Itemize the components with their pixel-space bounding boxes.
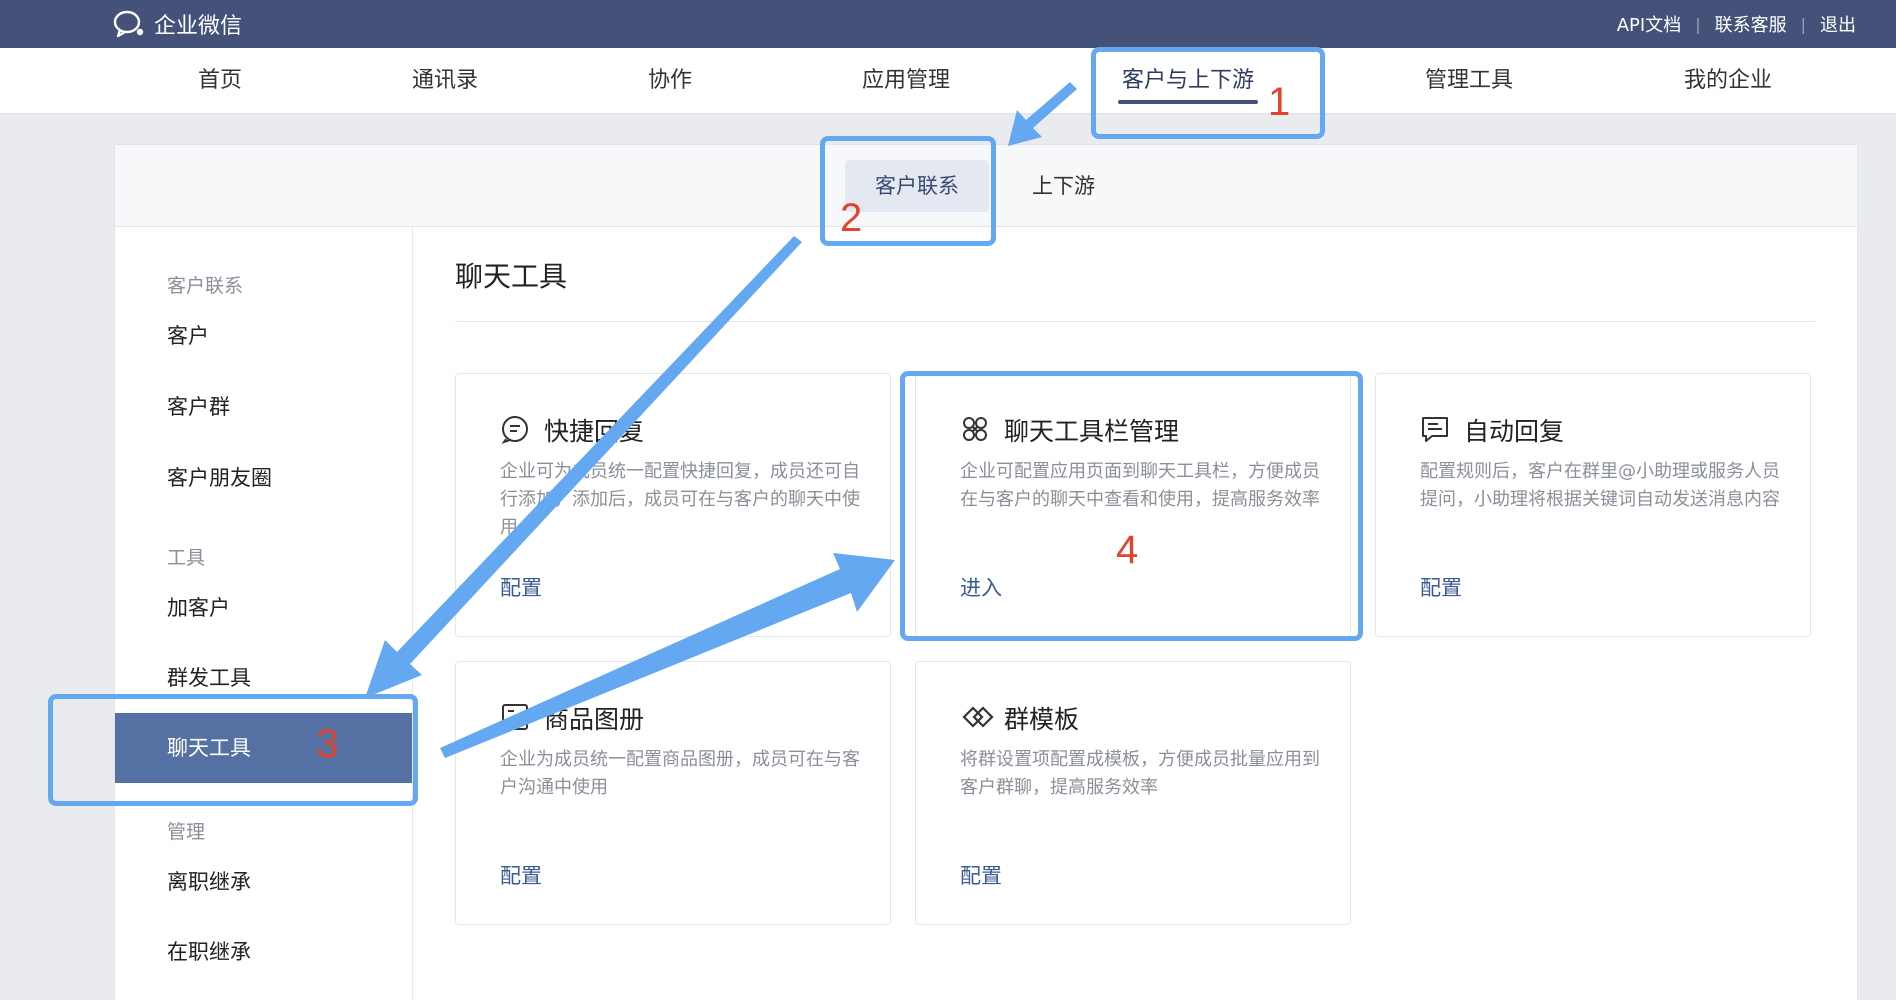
sidebar-item-departed-inheritance[interactable]: 离职继承 xyxy=(115,847,412,917)
configure-link[interactable]: 配置 xyxy=(500,860,542,890)
sidebar-item-customers[interactable]: 客户 xyxy=(115,301,412,371)
nav-management-tools[interactable]: 管理工具 xyxy=(1425,48,1513,114)
main-panel: 客户联系 上下游 客户联系 客户 客户群 客户朋友圈 工具 加客户 群发工具 聊… xyxy=(114,144,1858,1000)
sidebar-item-customer-groups[interactable]: 客户群 xyxy=(115,372,412,442)
main-nav: 首页 通讯录 协作 应用管理 客户与上下游 管理工具 我的企业 xyxy=(0,48,1896,114)
divider: | xyxy=(1800,14,1806,34)
card-description: 企业可为成员统一配置快捷回复，成员还可自行添加，添加后，成员可在与客户的聊天中使… xyxy=(500,461,860,538)
card-description: 企业为成员统一配置商品图册，成员可在与客户沟通中使用 xyxy=(500,749,860,798)
sidebar-item-moments[interactable]: 客户朋友圈 xyxy=(115,443,412,513)
contact-support-link[interactable]: 联系客服 xyxy=(1715,11,1787,37)
sidebar-item-mass-send[interactable]: 群发工具 xyxy=(115,643,412,713)
configure-link[interactable]: 配置 xyxy=(500,572,542,602)
divider xyxy=(455,321,1815,322)
card-title: 群模板 xyxy=(1004,705,1080,734)
group-template-icon xyxy=(962,706,994,728)
sidebar-item-add-customer[interactable]: 加客户 xyxy=(115,573,412,643)
configure-link[interactable]: 配置 xyxy=(960,860,1002,890)
sidebar-group-title: 工具 xyxy=(167,547,206,569)
configure-link[interactable]: 配置 xyxy=(1420,572,1462,602)
logo-text: 企业微信 xyxy=(154,14,243,39)
card-auto-reply: 自动回复 配置规则后，客户在群里@小助理或服务人员提问，小助理将根据关键词自动发… xyxy=(1375,373,1811,637)
card-title: 自动回复 xyxy=(1464,417,1565,446)
nav-collaboration[interactable]: 协作 xyxy=(648,48,692,114)
card-chat-toolbar-management: 聊天工具栏管理 企业可配置应用页面到聊天工具栏，方便成员在与客户的聊天中查看和使… xyxy=(915,373,1351,637)
sidebar-group-title: 客户联系 xyxy=(167,275,244,297)
quick-reply-icon xyxy=(501,416,528,444)
auto-reply-icon xyxy=(1422,417,1448,442)
nav-contacts[interactable]: 通讯录 xyxy=(412,48,478,114)
sidebar: 客户联系 客户 客户群 客户朋友圈 工具 加客户 群发工具 聊天工具 管理 离职… xyxy=(115,227,413,1000)
card-group-template: 群模板 将群设置项配置成模板，方便成员批量应用到客户群聊，提高服务效率 配置 xyxy=(915,661,1351,925)
sidebar-group-title: 管理 xyxy=(167,821,206,843)
card-quick-reply: 快捷回复 企业可为成员统一配置快捷回复，成员还可自行添加，添加后，成员可在与客户… xyxy=(455,373,891,637)
nav-app-management[interactable]: 应用管理 xyxy=(862,48,950,114)
logout-link[interactable]: 退出 xyxy=(1820,11,1856,37)
nav-home[interactable]: 首页 xyxy=(198,48,242,114)
card-description: 将群设置项配置成模板，方便成员批量应用到客户群聊，提高服务效率 xyxy=(960,749,1320,798)
page-title: 聊天工具 xyxy=(455,260,568,293)
sidebar-item-chat-tools[interactable]: 聊天工具 xyxy=(115,713,412,783)
nav-my-enterprise[interactable]: 我的企业 xyxy=(1684,48,1772,114)
tab-upstream-downstream[interactable]: 上下游 xyxy=(1002,160,1125,212)
card-description: 企业可配置应用页面到聊天工具栏，方便成员在与客户的聊天中查看和使用，提高服务效率 xyxy=(960,461,1320,510)
card-title: 快捷回复 xyxy=(544,417,645,446)
divider: | xyxy=(1695,14,1701,34)
card-title: 商品图册 xyxy=(544,705,645,734)
tab-customer-contact[interactable]: 客户联系 xyxy=(845,160,989,212)
api-docs-link[interactable]: API文档 xyxy=(1617,11,1681,37)
sidebar-item-active-inheritance[interactable]: 在职继承 xyxy=(115,917,412,987)
enter-link[interactable]: 进入 xyxy=(960,572,1002,602)
nav-customers-upstream-downstream[interactable]: 客户与上下游 xyxy=(1117,48,1259,114)
product-album-icon xyxy=(502,704,528,730)
wecom-logo-icon xyxy=(113,10,144,38)
top-links: API文档 | 联系客服 | 退出 xyxy=(1617,0,1856,48)
toolbar-manage-icon xyxy=(963,417,987,441)
logo[interactable]: 企业微信 xyxy=(112,8,242,40)
top-bar: 企业微信 API文档 | 联系客服 | 退出 xyxy=(0,0,1896,48)
card-description: 配置规则后，客户在群里@小助理或服务人员提问，小助理将根据关键词自动发送消息内容 xyxy=(1420,461,1780,510)
card-title: 聊天工具栏管理 xyxy=(1004,417,1180,446)
card-product-album: 商品图册 企业为成员统一配置商品图册，成员可在与客户沟通中使用 配置 xyxy=(455,661,891,925)
sub-nav: 客户联系 上下游 xyxy=(115,145,1857,227)
